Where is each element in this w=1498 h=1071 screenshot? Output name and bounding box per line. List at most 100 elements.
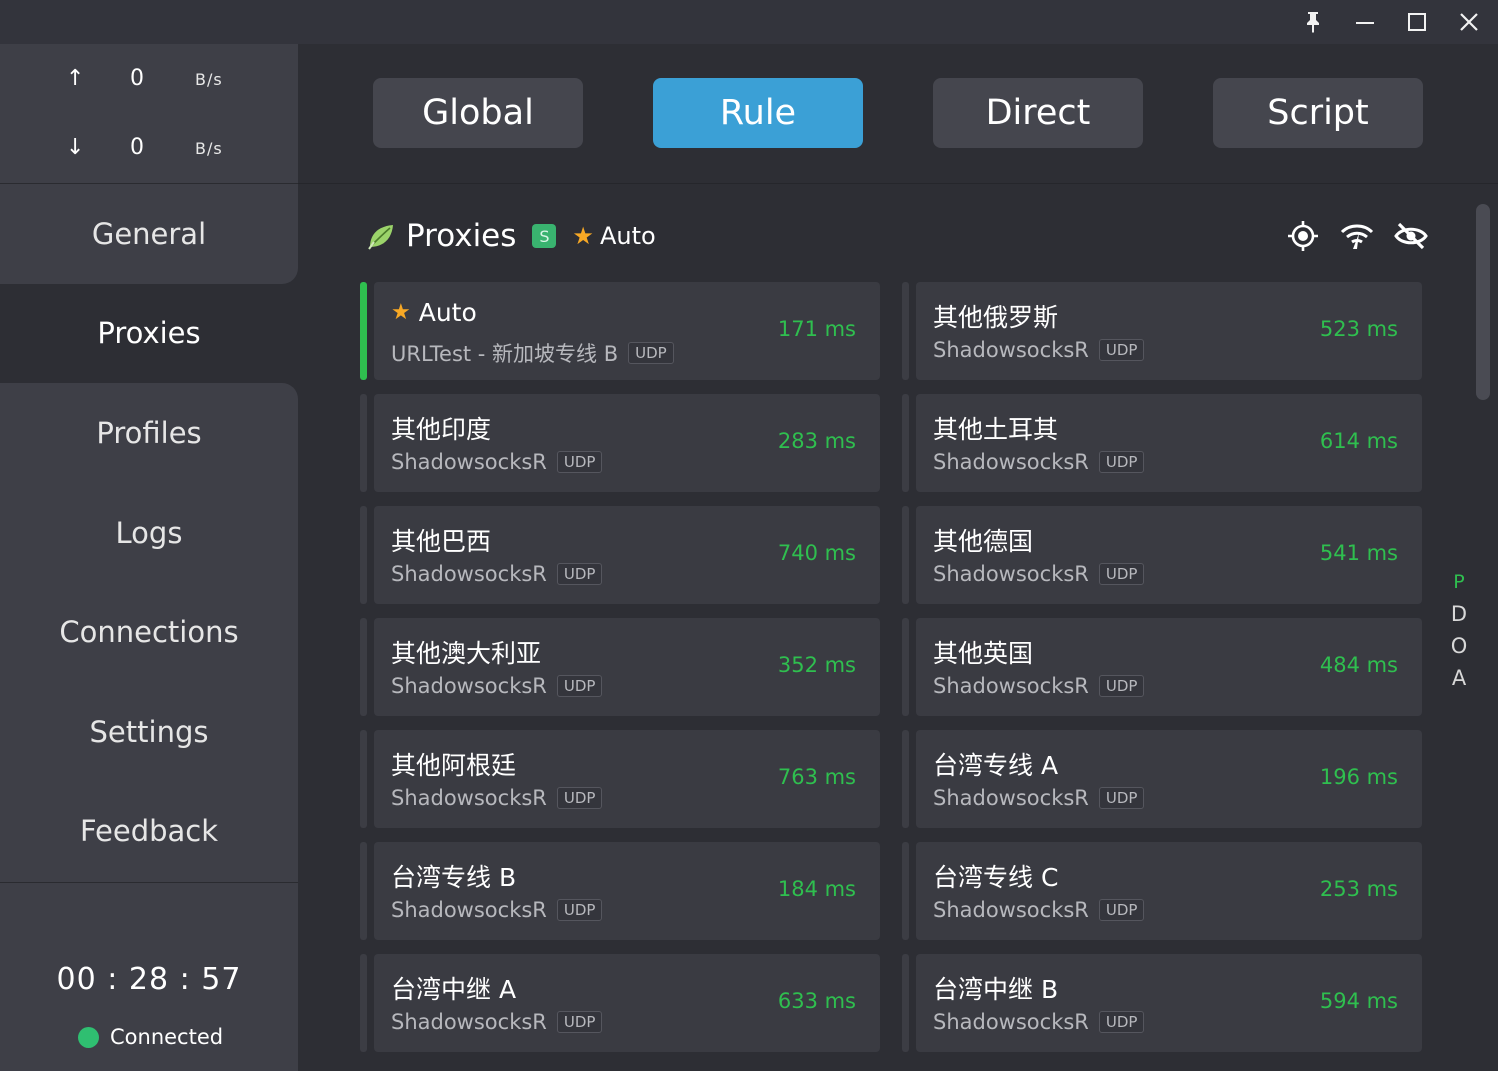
proxy-delay[interactable]: 763 ms xyxy=(778,765,856,789)
proxy-name: 其他印度 xyxy=(391,410,491,446)
proxy-card-body[interactable]: 台湾中继 A ShadowsocksR UDP 633 ms xyxy=(374,954,880,1052)
nav-item-profiles[interactable]: Profiles xyxy=(0,383,298,483)
hide-unavailable-icon[interactable] xyxy=(1394,219,1428,253)
proxy-card[interactable]: 其他巴西 ShadowsocksR UDP 740 ms xyxy=(360,506,880,604)
proxy-delay[interactable]: 184 ms xyxy=(778,877,856,901)
selection-indicator xyxy=(902,506,909,604)
divider xyxy=(298,183,1498,184)
locate-icon[interactable] xyxy=(1286,219,1320,253)
proxy-card[interactable]: 其他英国 ShadowsocksR UDP 484 ms xyxy=(902,618,1422,716)
proxy-delay[interactable]: 523 ms xyxy=(1320,317,1398,341)
nav-item-feedback[interactable]: Feedback xyxy=(0,781,298,882)
udp-badge: UDP xyxy=(1098,675,1145,697)
proxy-type-label: ShadowsocksR xyxy=(391,562,547,586)
star-icon: ★ xyxy=(572,222,594,250)
proxy-delay[interactable]: 171 ms xyxy=(778,317,856,341)
proxy-card[interactable]: 其他德国 ShadowsocksR UDP 541 ms xyxy=(902,506,1422,604)
side-index-letter[interactable]: A xyxy=(1448,662,1470,694)
nav-item-settings[interactable]: Settings xyxy=(0,681,298,782)
proxy-card[interactable]: 台湾中继 B ShadowsocksR UDP 594 ms xyxy=(902,954,1422,1052)
proxy-type-label: ShadowsocksR xyxy=(391,450,547,474)
proxy-card-body[interactable]: 其他阿根廷 ShadowsocksR UDP 763 ms xyxy=(374,730,880,828)
nav-item-proxies[interactable]: Proxies xyxy=(0,283,298,384)
proxy-group-title: Proxies xyxy=(406,218,517,254)
close-icon[interactable] xyxy=(1443,0,1495,44)
proxy-card[interactable]: 台湾专线 A ShadowsocksR UDP 196 ms xyxy=(902,730,1422,828)
mode-direct-button[interactable]: Direct xyxy=(933,78,1143,148)
proxy-card[interactable]: 台湾专线 B ShadowsocksR UDP 184 ms xyxy=(360,842,880,940)
proxy-card-body[interactable]: 其他澳大利亚 ShadowsocksR UDP 352 ms xyxy=(374,618,880,716)
side-index-letter[interactable]: P xyxy=(1448,566,1470,598)
proxy-card[interactable]: 台湾中继 A ShadowsocksR UDP 633 ms xyxy=(360,954,880,1052)
proxy-card-body[interactable]: 台湾专线 C ShadowsocksR UDP 253 ms xyxy=(916,842,1422,940)
proxy-name-label: 其他巴西 xyxy=(391,527,492,556)
pin-icon[interactable] xyxy=(1287,0,1339,44)
proxy-type: ShadowsocksR UDP xyxy=(933,1010,1145,1034)
proxy-type: ShadowsocksR UDP xyxy=(933,562,1145,586)
proxy-delay[interactable]: 541 ms xyxy=(1320,541,1398,565)
proxy-card[interactable]: 台湾专线 C ShadowsocksR UDP 253 ms xyxy=(902,842,1422,940)
proxy-delay[interactable]: 740 ms xyxy=(778,541,856,565)
proxy-type: ShadowsocksR UDP xyxy=(933,338,1145,362)
proxy-card-body[interactable]: 其他巴西 ShadowsocksR UDP 740 ms xyxy=(374,506,880,604)
proxy-card-body[interactable]: 其他英国 ShadowsocksR UDP 484 ms xyxy=(916,618,1422,716)
proxy-card-body[interactable]: 其他印度 ShadowsocksR UDP 283 ms xyxy=(374,394,880,492)
proxy-type: URLTest - 新加坡专线 B UDP xyxy=(391,338,674,368)
proxy-delay[interactable]: 484 ms xyxy=(1320,653,1398,677)
proxy-card[interactable]: 其他澳大利亚 ShadowsocksR UDP 352 ms xyxy=(360,618,880,716)
proxy-delay[interactable]: 614 ms xyxy=(1320,429,1398,453)
proxy-name: 台湾专线 B xyxy=(391,858,516,894)
proxy-delay[interactable]: 253 ms xyxy=(1320,877,1398,901)
proxy-card-body[interactable]: 台湾专线 B ShadowsocksR UDP 184 ms xyxy=(374,842,880,940)
download-unit: B/s xyxy=(195,139,223,158)
scrollbar-thumb[interactable] xyxy=(1476,204,1490,400)
nav-item-general[interactable]: General xyxy=(0,184,298,284)
title-bar xyxy=(0,0,1498,44)
speed-test-icon[interactable] xyxy=(1340,219,1374,253)
side-index-letter[interactable]: O xyxy=(1448,630,1470,662)
proxy-card[interactable]: 其他俄罗斯 ShadowsocksR UDP 523 ms xyxy=(902,282,1422,380)
proxy-card[interactable]: 其他土耳其 ShadowsocksR UDP 614 ms xyxy=(902,394,1422,492)
mode-switcher: Global Rule Direct Script xyxy=(298,44,1498,184)
proxy-card-body[interactable]: 台湾专线 A ShadowsocksR UDP 196 ms xyxy=(916,730,1422,828)
proxy-card[interactable]: 其他印度 ShadowsocksR UDP 283 ms xyxy=(360,394,880,492)
nav-item-connections[interactable]: Connections xyxy=(0,582,298,682)
proxy-delay[interactable]: 594 ms xyxy=(1320,989,1398,1013)
proxy-card-body[interactable]: 其他德国 ShadowsocksR UDP 541 ms xyxy=(916,506,1422,604)
selection-indicator xyxy=(902,730,909,828)
proxy-type-label: ShadowsocksR xyxy=(933,674,1089,698)
proxy-card-body[interactable]: 其他俄罗斯 ShadowsocksR UDP 523 ms xyxy=(916,282,1422,380)
maximize-icon[interactable] xyxy=(1391,0,1443,44)
udp-badge: UDP xyxy=(1098,787,1145,809)
nav-item-logs[interactable]: Logs xyxy=(0,482,298,583)
proxy-card-body[interactable]: 其他土耳其 ShadowsocksR UDP 614 ms xyxy=(916,394,1422,492)
proxy-card[interactable]: 其他阿根廷 ShadowsocksR UDP 763 ms xyxy=(360,730,880,828)
proxy-card-body[interactable]: ★ Auto URLTest - 新加坡专线 B UDP 171 ms xyxy=(374,282,880,380)
proxy-card[interactable]: ★ Auto URLTest - 新加坡专线 B UDP 171 ms xyxy=(360,282,880,380)
proxy-delay[interactable]: 633 ms xyxy=(778,989,856,1013)
minimize-icon[interactable] xyxy=(1339,0,1391,44)
side-index-letter[interactable]: D xyxy=(1448,598,1470,630)
connection-status: Connected xyxy=(78,1024,223,1050)
selection-indicator xyxy=(902,282,909,380)
uptime-timer: 00 : 28 : 57 xyxy=(56,962,242,997)
leaf-icon xyxy=(366,221,396,251)
nav-menu: General Proxies Profiles Logs Connection… xyxy=(0,184,298,882)
proxy-delay[interactable]: 283 ms xyxy=(778,429,856,453)
proxy-delay[interactable]: 196 ms xyxy=(1320,765,1398,789)
proxy-card-body[interactable]: 台湾中继 B ShadowsocksR UDP 594 ms xyxy=(916,954,1422,1052)
proxy-delay[interactable]: 352 ms xyxy=(778,653,856,677)
proxy-name-label: 其他土耳其 xyxy=(933,415,1059,444)
upload-row: ↑ 0 B/s xyxy=(0,66,298,96)
proxy-type: ShadowsocksR UDP xyxy=(391,674,603,698)
proxy-name-label: 台湾专线 C xyxy=(933,863,1059,892)
main-panel: Global Rule Direct Script Proxies S ★ Au… xyxy=(298,44,1498,1071)
proxy-name-label: 台湾专线 A xyxy=(933,751,1059,780)
mode-global-button[interactable]: Global xyxy=(373,78,583,148)
selection-indicator xyxy=(360,394,367,492)
mode-script-button[interactable]: Script xyxy=(1213,78,1423,148)
proxy-type-label: ShadowsocksR xyxy=(933,898,1089,922)
mode-rule-button[interactable]: Rule xyxy=(653,78,863,148)
proxy-type: ShadowsocksR UDP xyxy=(391,1010,603,1034)
proxy-name: 台湾中继 A xyxy=(391,970,516,1006)
